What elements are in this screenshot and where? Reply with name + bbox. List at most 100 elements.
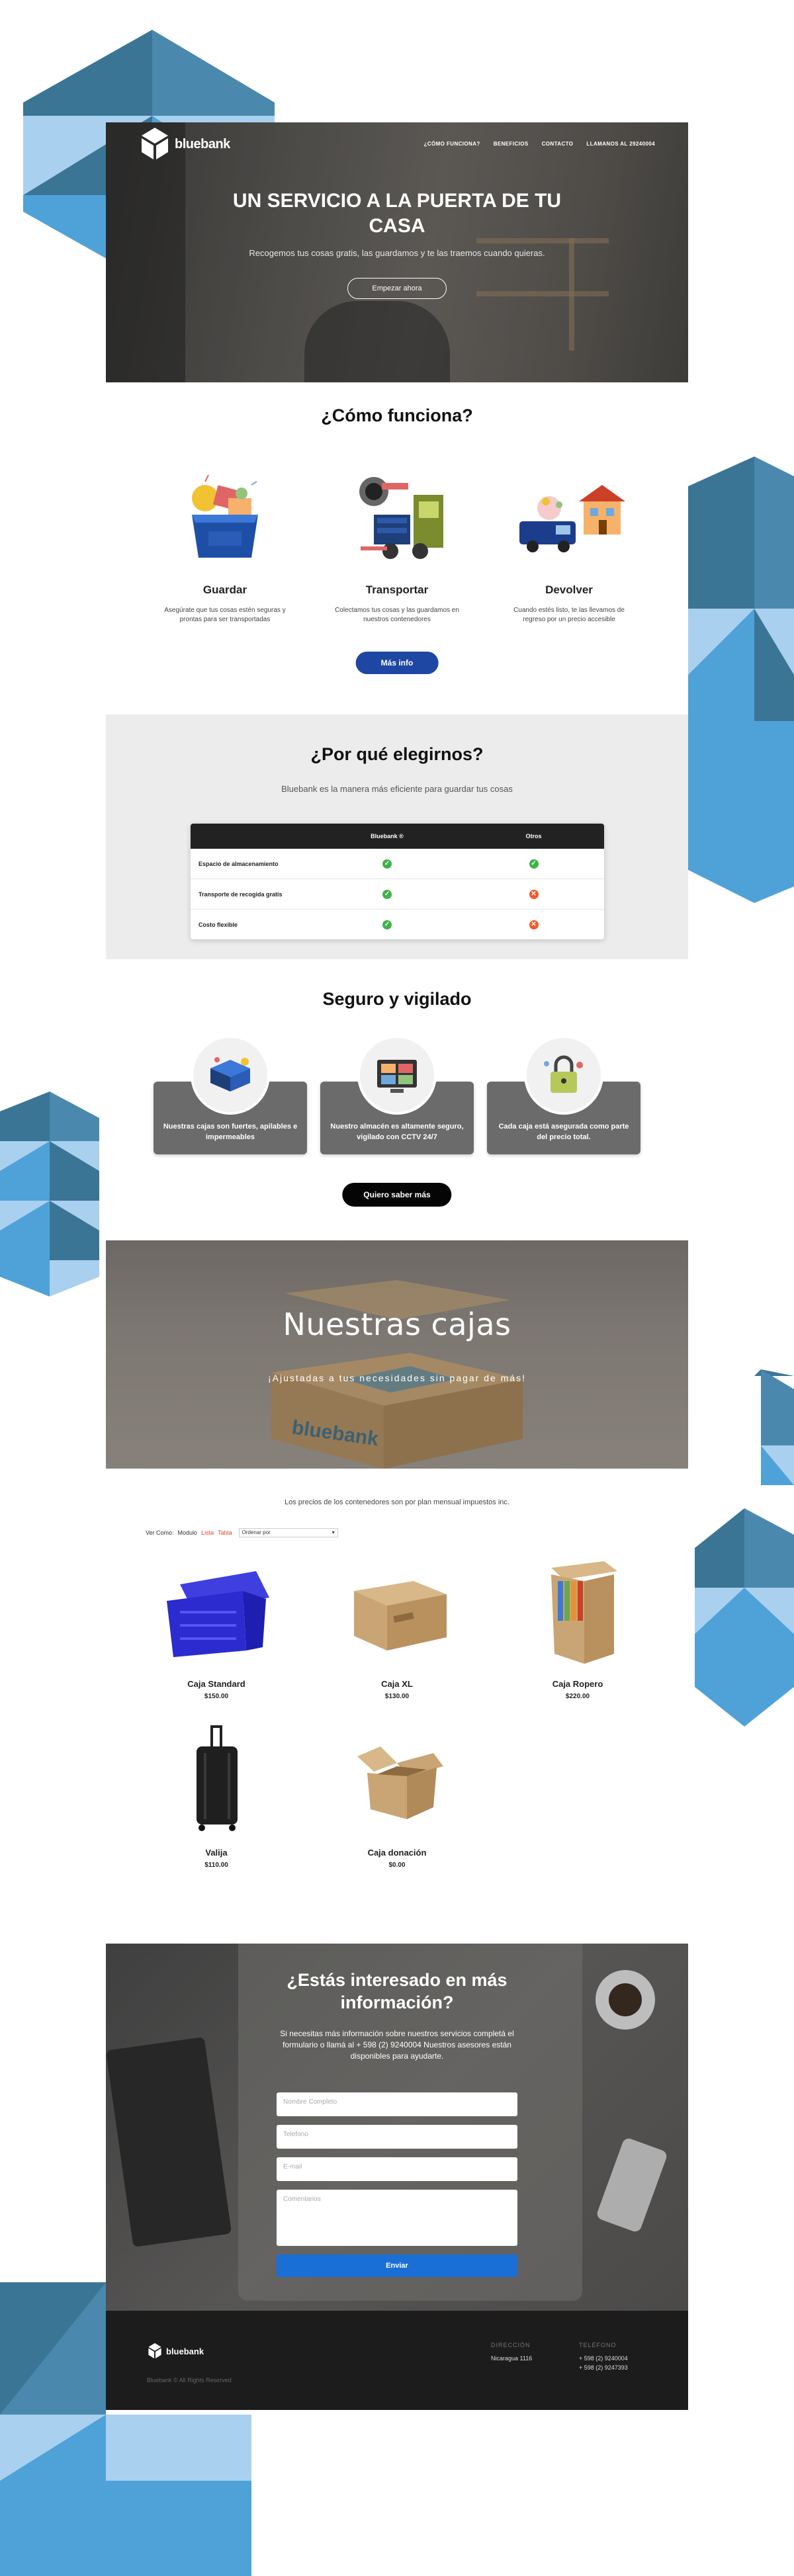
boxes-title: Nuestras cajas [283,1307,511,1342]
stacked-boxes-icon [210,1057,250,1092]
nav-item-phone[interactable]: LLAMANOS AL 29240004 [586,141,655,147]
send-button[interactable]: Enviar [277,2254,517,2277]
product-name: Valija [205,1848,228,1858]
step-text: Colectamos tus cosas y las guardamos en … [335,607,459,623]
logo-text: bluebank [175,136,230,151]
phone-value[interactable]: + 598 (2) 9247393 [579,2363,628,2372]
decorative-hexagon-left-middle [0,1092,99,1297]
contact-text: Si necesitas más información sobre nuest… [106,2028,688,2062]
more-info-button[interactable]: Más info [355,652,439,674]
step-title: Guardar [202,583,247,596]
address-heading: DIRECCIÓN [491,2342,531,2348]
address-value: Nicaragua 1116 [491,2355,533,2362]
view-toolbar: Ver Como: Modulo Lista Tabla Ordenar por… [146,1528,338,1537]
product-name: Caja Ropero [552,1679,603,1689]
email-field[interactable]: E-mail [277,2157,517,2181]
start-now-button[interactable]: Empezar ahora [347,278,447,299]
cctv-monitor-icon [377,1060,417,1093]
decorative-hexagon-right-lower [695,1369,794,1727]
table-row: Transporte de recogida gratis ✓ ✕ [191,879,604,910]
hero-content: UN SERVICIO A LA PUERTA DE TU CASA Recog… [106,189,688,299]
why-title: ¿Por qué elegirnos? [310,744,484,764]
contact-section: ¿Estás interesado en más información? Si… [106,1944,688,2311]
view-option-tabla[interactable]: Tabla [218,1529,232,1536]
name-field[interactable]: Nombre Completo [277,2092,517,2116]
logo-icon [148,2342,161,2359]
logo[interactable]: bluebank [139,126,230,162]
boxes-subtitle: ¡Ajustadas a tus necesidades sin pagar d… [267,1373,527,1383]
secure-section: Seguro y vigilado Nuestras cajas son fue… [106,959,688,1240]
step-title: Devolver [545,583,593,596]
contact-text-body: Si necesitas más información sobre nuest… [280,2029,514,2061]
view-option-modulo[interactable]: Modulo [178,1529,198,1536]
card-text: Nuestro almacén es altamente seguro, vig… [330,1123,464,1141]
contact-title-text: ¿Estás interesado en más información? [287,1970,507,2012]
column-header: Bluebank ® [371,833,404,839]
step-store: Guardar Asegúrate que tus cosas estén se… [146,468,304,624]
step-return: Devolver Cuando estés listo, te las llev… [490,468,648,624]
steps: Guardar Asegúrate que tus cosas estén se… [146,468,648,624]
product-name: Caja XL [381,1679,413,1689]
footer-address: DIRECCIÓN Nicaragua 1116 [491,2340,532,2363]
comments-field[interactable]: Comentarios [277,2190,517,2246]
product-price: $0.00 [388,1862,406,1869]
cardboard-box-image [354,1581,447,1651]
blue-crate-image [167,1571,269,1657]
table-row: Costo flexible ✓ ✕ [191,910,604,939]
nav-item-como-funciona[interactable]: ¿CÓMO FUNCIONA? [424,141,480,147]
product-card[interactable]: Caja XL $130.00 [334,1555,460,1700]
table-header: Bluebank ® Otros [191,824,604,849]
contact-form: Nombre Completo Telefono E-mail Comentar… [277,2092,517,2277]
product-price: $150.00 [204,1693,229,1700]
van-house-illustration [519,485,625,552]
card-text: Cada caja está asegurada como parte del … [498,1123,629,1141]
phone-value[interactable]: + 598 (2) 9240004 [579,2354,628,2363]
secure-title: Seguro y vigilado [322,989,472,1009]
check-icon: ✓ [382,889,392,899]
forklift-illustration [359,477,443,559]
feature-card: Nuestras cajas son fuertes, apilables e … [154,1035,307,1158]
product-card[interactable]: Caja Ropero $220.00 [515,1555,640,1700]
contact-title: ¿Estás interesado en más información? [106,1969,688,2014]
product-name: Caja donación [367,1848,427,1858]
sort-select-value: Ordenar por [242,1529,271,1535]
product-card[interactable]: Caja donación $0.00 [334,1723,460,1869]
why-choose-us-section: ¿Por qué elegirnos? Bluebank es la maner… [106,714,688,959]
comparison-table: Bluebank ® Otros Espacio de almacenamien… [191,824,604,939]
footer-logo[interactable]: bluebank [147,2342,204,2360]
table-row: Espacio de almacenamiento ✓ ✓ [191,849,604,879]
row-label: Transporte de recogida gratis [198,890,283,898]
sort-select[interactable]: Ordenar por ▾ [238,1528,338,1537]
footer-logo-text: bluebank [166,2346,204,2356]
footer-phone: TELÉFONO + 598 (2) 9240004 + 598 (2) 924… [579,2340,628,2372]
feature-cards: Nuestras cajas son fuertes, apilables e … [154,1035,640,1158]
product-card[interactable]: Caja Standard $150.00 [154,1555,279,1700]
phone-heading: TELÉFONO [579,2342,617,2348]
column-header: Otros [525,833,542,839]
card-text: Nuestras cajas son fuertes, apilables e … [163,1123,298,1141]
price-note: Los precios de los contenedores son por … [285,1498,509,1506]
product-name: Caja Standard [187,1679,245,1689]
row-label: Espacio de almacenamiento [198,860,279,867]
why-subtitle: Bluebank es la manera más eficiente para… [281,784,513,794]
chevron-down-icon: ▾ [331,1529,335,1535]
product-price: $130.00 [384,1693,410,1700]
product-price: $220.00 [565,1693,590,1700]
padlock-icon [544,1055,583,1093]
learn-more-button[interactable]: Quiero saber más [342,1183,452,1207]
products-section: Los precios de los contenedores son por … [106,1469,688,1944]
top-nav: bluebank ¿CÓMO FUNCIONA? BENEFICIOS CONT… [106,122,688,169]
logo-icon [142,128,168,159]
open-donation-box-image [357,1746,443,1819]
product-price: $110.00 [204,1862,228,1869]
product-card[interactable]: Valija $110.00 [154,1723,279,1869]
cross-icon: ✕ [529,889,539,899]
nav-item-beneficios[interactable]: BENEFICIOS [494,141,529,147]
suitcase-image [197,1725,238,1831]
nav-item-contacto[interactable]: CONTACTO [542,141,574,147]
how-title: ¿Cómo funciona? [321,406,473,425]
step-transport: Transportar Colectamos tus cosas y las g… [318,468,476,624]
view-option-lista[interactable]: Lista [201,1529,214,1536]
decorative-hexagon-right-upper [688,456,794,903]
phone-field[interactable]: Telefono [277,2125,517,2149]
